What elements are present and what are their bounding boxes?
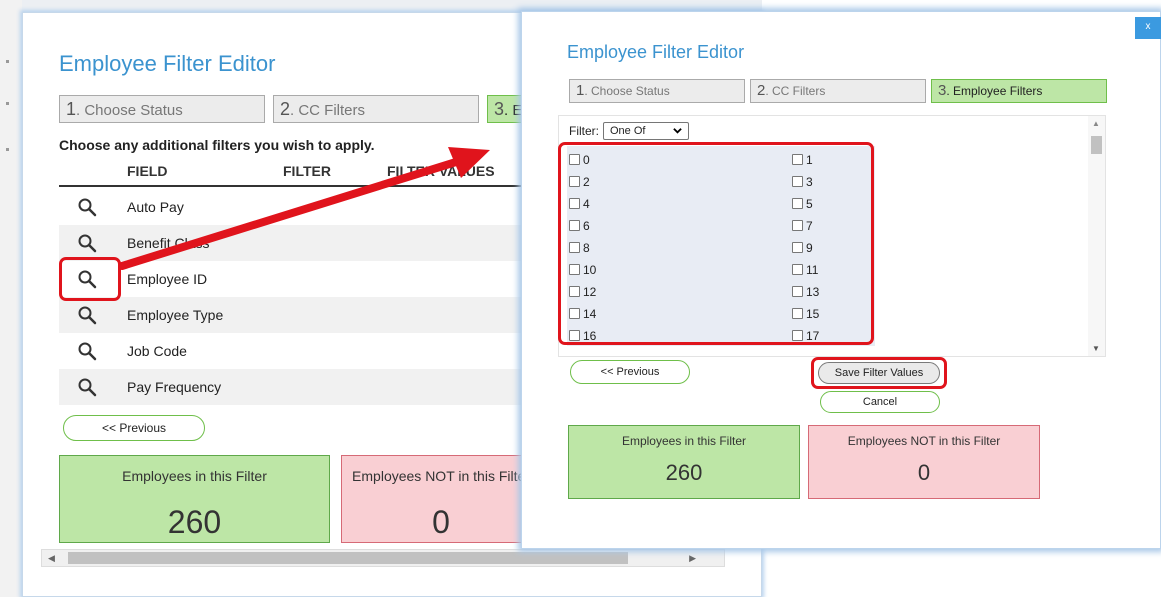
scrollbar-thumb[interactable] xyxy=(68,552,628,564)
field-label: Employee Type xyxy=(127,307,224,323)
highlight-checkbox-list xyxy=(558,142,874,345)
filter-row-employee-id: Employee ID xyxy=(59,261,529,297)
instruction-text: Choose any additional filters you wish t… xyxy=(59,137,375,153)
scrollbar-thumb[interactable] xyxy=(1091,136,1102,154)
employee-filter-editor-front: Employee Filter Editor 1. Choose Status … xyxy=(521,11,1161,549)
scroll-right-icon[interactable]: ▶ xyxy=(689,553,696,564)
step-label: . CC Filters xyxy=(765,84,826,98)
step-employee-filters[interactable]: 3. Employee Filters xyxy=(931,79,1107,103)
employees-not-in-filter-box: Employees NOT in this Filter 0 xyxy=(341,455,541,543)
employees-not-in-filter-box: Employees NOT in this Filter 0 xyxy=(808,425,1040,499)
not-in-filter-caption: Employees NOT in this Filter xyxy=(352,468,530,484)
filter-type-select[interactable]: One Of xyxy=(603,122,689,140)
field-label: Auto Pay xyxy=(127,199,184,215)
column-header-filter-values: FILTER VALUES xyxy=(387,163,495,179)
horizontal-scrollbar[interactable]: ◀ ▶ xyxy=(41,549,725,567)
step-choose-status[interactable]: 1. Choose Status xyxy=(569,79,745,103)
previous-button[interactable]: << Previous xyxy=(63,415,205,441)
filter-row-employee-type: Employee Type xyxy=(59,297,529,333)
step-label: . Choose Status xyxy=(584,84,670,98)
close-icon[interactable]: x xyxy=(1135,17,1161,39)
filter-row-job-code: Job Code xyxy=(59,333,529,369)
background-mark xyxy=(6,102,9,105)
in-filter-count: 260 xyxy=(167,504,222,540)
field-label: Benefit Class xyxy=(127,235,210,251)
background-window-edge xyxy=(0,0,23,597)
in-filter-caption: Employees in this Filter xyxy=(122,468,267,484)
step-choose-status[interactable]: 1. Choose Status xyxy=(59,95,265,123)
scroll-down-icon[interactable]: ▼ xyxy=(1092,344,1100,353)
filter-row-benefit-class: Benefit Class xyxy=(59,225,529,261)
step-cc-filters[interactable]: 2. CC Filters xyxy=(750,79,926,103)
header-divider xyxy=(59,185,529,187)
step-number: 1 xyxy=(66,99,77,119)
step-number: 2 xyxy=(280,99,291,119)
filter-row-auto-pay: Auto Pay xyxy=(59,189,529,225)
column-header-field: FIELD xyxy=(127,163,168,179)
field-label: Employee ID xyxy=(127,271,208,287)
step-label: . Employee Filters xyxy=(946,84,1043,98)
in-filter-count: 260 xyxy=(665,460,703,485)
step-number: 3 xyxy=(494,99,505,119)
filter-row-pay-frequency: Pay Frequency xyxy=(59,369,529,405)
column-header-filter: FILTER xyxy=(283,163,331,179)
highlight-save-button xyxy=(811,357,947,389)
dialog-title: Employee Filter Editor xyxy=(567,42,745,62)
field-label: Pay Frequency xyxy=(127,379,222,395)
magnifier-icon[interactable] xyxy=(77,305,97,325)
filter-label: Filter: xyxy=(569,124,599,138)
magnifier-icon[interactable] xyxy=(77,197,97,217)
magnifier-icon[interactable] xyxy=(77,377,97,397)
step-label: . CC Filters xyxy=(290,102,366,119)
magnifier-icon[interactable] xyxy=(77,233,97,253)
employees-in-filter-box: Employees in this Filter 260 xyxy=(568,425,800,499)
background-mark xyxy=(6,60,9,63)
background-mark xyxy=(6,148,9,151)
cancel-button[interactable]: Cancel xyxy=(820,391,940,413)
not-in-filter-count: 0 xyxy=(917,460,931,485)
vertical-scrollbar[interactable]: ▲ ▼ xyxy=(1088,116,1105,356)
step-cc-filters[interactable]: 2. CC Filters xyxy=(273,95,479,123)
field-label: Job Code xyxy=(127,343,187,359)
scroll-left-icon[interactable]: ◀ xyxy=(48,553,55,564)
chevron-down-icon xyxy=(673,128,682,134)
in-filter-caption: Employees in this Filter xyxy=(621,434,747,448)
dialog-title: Employee Filter Editor xyxy=(59,51,276,76)
magnifier-icon[interactable] xyxy=(77,341,97,361)
step-label: . Choose Status xyxy=(76,102,183,119)
not-in-filter-caption: Employees NOT in this Filter xyxy=(847,434,1001,448)
not-in-filter-count: 0 xyxy=(432,504,450,540)
employees-in-filter-box: Employees in this Filter 260 xyxy=(59,455,330,543)
highlight-magnifier-employee-id xyxy=(59,257,121,301)
previous-button[interactable]: << Previous xyxy=(570,360,690,384)
filter-type-value: One Of xyxy=(610,125,646,137)
scroll-up-icon[interactable]: ▲ xyxy=(1092,119,1100,128)
